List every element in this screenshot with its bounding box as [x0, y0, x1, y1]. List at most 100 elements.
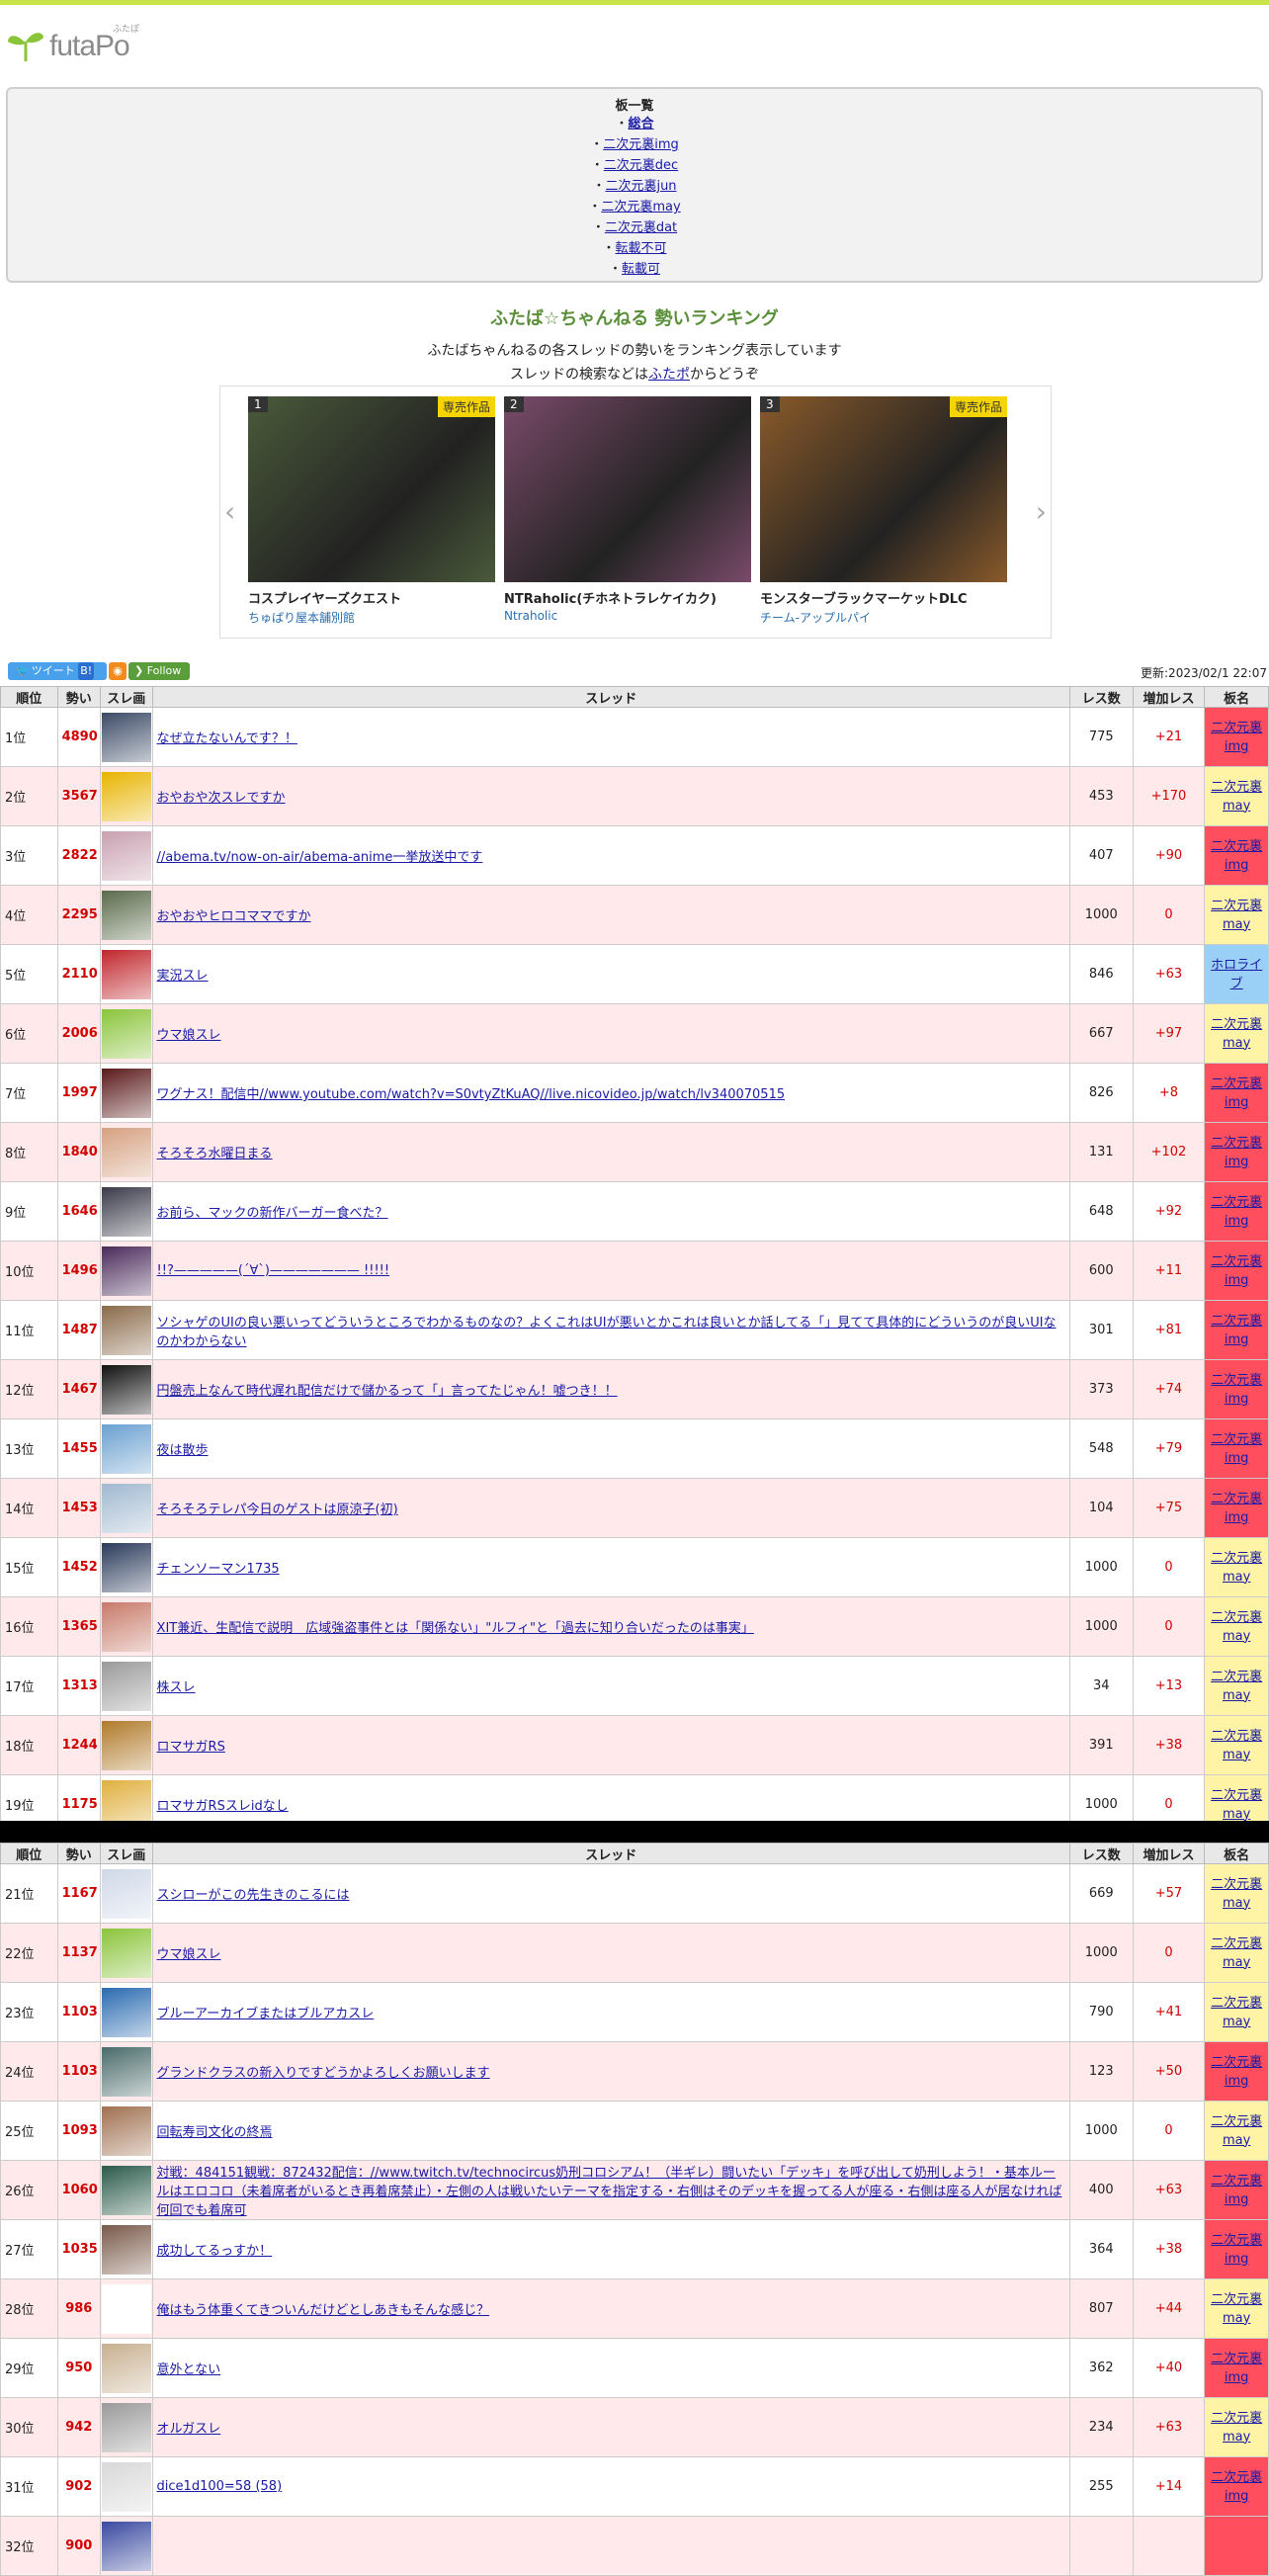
board-name-link[interactable]: 二次元裏 img: [1211, 1195, 1262, 1229]
slide-title[interactable]: モンスターブラックマーケットDLC: [760, 588, 1007, 607]
thread-link[interactable]: 円盤売上なんて時代遅れ配信だけで儲かるって「」言ってたじゃん！嘘つき！！: [157, 1384, 618, 1399]
thread-thumbnail[interactable]: [102, 1542, 152, 1592]
thread-thumbnail[interactable]: [102, 771, 152, 821]
board-name-link[interactable]: 二次元裏may: [1211, 1936, 1262, 1970]
thread-link[interactable]: チェンソーマン1735: [157, 1562, 280, 1577]
thread-thumbnail[interactable]: [102, 1483, 152, 1533]
board-name-link[interactable]: 二次元裏may: [1211, 1017, 1262, 1051]
slide-image[interactable]: 1 専売作品: [248, 396, 495, 582]
thread-link[interactable]: グランドクラスの新入りですどうかよろしくお願いします: [157, 2066, 490, 2081]
thread-thumbnail[interactable]: [102, 2224, 152, 2275]
carousel-slide[interactable]: 3 専売作品 モンスターブラックマーケットDLC チーム-アップルパイ: [760, 396, 1007, 626]
board-name-link[interactable]: 二次元裏may: [1211, 1551, 1262, 1585]
board-name-link[interactable]: 二次元裏 img: [1211, 839, 1262, 873]
thumbnail-cell[interactable]: [100, 1923, 153, 1983]
slide-circle[interactable]: ちゅぱり屋本舗別館: [248, 609, 495, 626]
thread-link[interactable]: おやおや次スレですか: [157, 791, 286, 806]
board-name-link[interactable]: 二次元裏 img: [1211, 2055, 1262, 2089]
thread-thumbnail[interactable]: [102, 2105, 152, 2156]
thread-link[interactable]: ワグナス！配信中//www.youtube.com/watch?v=S0vtyZ…: [157, 1087, 786, 1102]
thread-link[interactable]: //abema.tv/now-on-air/abema-anime一挙放送中です: [157, 850, 483, 865]
follow-button[interactable]: ❯ Follow: [128, 662, 190, 680]
thumbnail-cell[interactable]: [100, 1596, 153, 1657]
thumbnail-cell[interactable]: [100, 2160, 153, 2220]
thread-link[interactable]: 成功してるっすか！: [157, 2244, 273, 2259]
thumbnail-cell[interactable]: [100, 1715, 153, 1775]
thumbnail-cell[interactable]: [100, 1537, 153, 1597]
thumbnail-cell[interactable]: [100, 2338, 153, 2398]
thread-link[interactable]: オルガスレ: [157, 2422, 221, 2437]
board-link[interactable]: 転載不可: [616, 241, 667, 256]
thread-link[interactable]: 俺はもう体重くてきついんだけどとしあきもそんな感じ？: [157, 2303, 490, 2318]
thread-link[interactable]: ウマ娘スレ: [157, 1028, 221, 1043]
board-name-link[interactable]: ホロライブ: [1211, 958, 1262, 991]
thread-link[interactable]: おやおやヒロコママですか: [157, 909, 311, 924]
thread-link[interactable]: XIT兼近、生配信で説明 広域強盗事件とは「関係ない」"ルフィ"と「過去に知り合…: [157, 1621, 754, 1636]
thumbnail-cell[interactable]: [100, 1418, 153, 1479]
board-name-link[interactable]: 二次元裏may: [1211, 1670, 1262, 1703]
futapo-link[interactable]: ふたポ: [648, 367, 690, 383]
carousel-slide[interactable]: 1 専売作品コスプレイヤーズクエスト ちゅぱり屋本舗別館: [248, 396, 495, 626]
thread-link[interactable]: 夜は散歩: [157, 1443, 209, 1458]
board-name-link[interactable]: 二次元裏may: [1211, 1610, 1262, 1644]
slide-title[interactable]: NTRaholic(チホネトラレケイカク): [504, 588, 751, 607]
thread-thumbnail[interactable]: [102, 1720, 152, 1770]
board-name-link[interactable]: 二次元裏 img: [1211, 2233, 1262, 2267]
board-name-link[interactable]: 二次元裏may: [1211, 2114, 1262, 2148]
thread-thumbnail[interactable]: [102, 1364, 152, 1415]
thumbnail-cell[interactable]: [100, 1478, 153, 1538]
board-name-link[interactable]: 二次元裏may: [1211, 899, 1262, 932]
thumbnail-cell[interactable]: [100, 944, 153, 1004]
thumbnail-cell[interactable]: [100, 1300, 153, 1360]
board-name-link[interactable]: 二次元裏 img: [1211, 2352, 1262, 2385]
thread-link[interactable]: 対戦：484151観戦：872432配信：//www.twitch.tv/tec…: [157, 2166, 1062, 2218]
board-link[interactable]: 二次元裏jun: [605, 179, 676, 194]
thumbnail-cell[interactable]: [100, 1982, 153, 2042]
thumbnail-cell[interactable]: [100, 2278, 153, 2339]
board-name-link[interactable]: 二次元裏 img: [1211, 1492, 1262, 1525]
thumbnail-cell[interactable]: [100, 766, 153, 826]
thread-thumbnail[interactable]: [102, 2046, 152, 2097]
thumbnail-cell[interactable]: [100, 2101, 153, 2161]
thumbnail-cell[interactable]: [100, 1241, 153, 1301]
board-name-link[interactable]: 二次元裏 img: [1211, 1432, 1262, 1466]
thread-link[interactable]: お前ら、マックの新作バーガー食べた？: [157, 1206, 388, 1221]
thumbnail-cell[interactable]: [100, 2456, 153, 2517]
board-name-link[interactable]: 二次元裏 img: [1211, 1373, 1262, 1407]
carousel-next-icon[interactable]: ›: [1036, 495, 1047, 528]
thread-link[interactable]: スシローがこの先生きのこるには: [157, 1888, 350, 1903]
thread-link[interactable]: !!?—————(´∀`)——————— !!!!!: [157, 1263, 390, 1278]
site-logo[interactable]: futaPo ふたぽ: [6, 22, 154, 65]
thumbnail-cell[interactable]: [100, 825, 153, 886]
thread-link[interactable]: ウマ娘スレ: [157, 1947, 221, 1962]
board-link[interactable]: 総合: [629, 117, 654, 131]
thumbnail-cell[interactable]: [100, 1063, 153, 1123]
board-link[interactable]: 二次元裏may: [601, 200, 680, 215]
board-name-link[interactable]: 二次元裏 img: [1211, 2470, 1262, 2504]
thumbnail-cell[interactable]: [100, 2397, 153, 2457]
thumbnail-cell[interactable]: [100, 1122, 153, 1182]
thread-thumbnail[interactable]: [102, 890, 152, 940]
board-name-link[interactable]: 二次元裏may: [1211, 780, 1262, 814]
slide-circle[interactable]: チーム-アップルパイ: [760, 609, 1007, 626]
slide-title[interactable]: コスプレイヤーズクエスト: [248, 588, 495, 607]
board-list-panel[interactable]: 板一覧 ・総合 ・二次元裏img ・二次元裏dec ・二次元裏jun ・二次元裏may ・…: [6, 87, 1263, 283]
thumbnail-cell[interactable]: [100, 1181, 153, 1242]
board-name-link[interactable]: 二次元裏may: [1211, 1788, 1262, 1822]
thread-link[interactable]: ブルーアーカイブまたはブルアカスレ: [157, 2007, 375, 2021]
thumbnail-cell[interactable]: [100, 2516, 153, 2576]
thread-thumbnail[interactable]: [102, 1127, 152, 1177]
thumbnail-cell[interactable]: [100, 885, 153, 945]
thread-thumbnail[interactable]: [102, 1008, 152, 1059]
slide-circle[interactable]: Ntraholic: [504, 609, 751, 623]
thumbnail-cell[interactable]: [100, 2041, 153, 2102]
tweet-button[interactable]: 🐦 ツイート B!: [8, 662, 107, 680]
thread-thumbnail[interactable]: [102, 830, 152, 881]
thread-thumbnail[interactable]: [102, 1928, 152, 1978]
thread-link[interactable]: dice1d100=58 (58): [157, 2479, 283, 2494]
thumbnail-cell[interactable]: [100, 1359, 153, 1419]
thread-thumbnail[interactable]: [102, 2165, 152, 2215]
thread-link[interactable]: 回転寿司文化の終焉: [157, 2125, 273, 2140]
board-name-link[interactable]: 二次元裏 img: [1211, 1314, 1262, 1347]
thread-link[interactable]: ロマサガRSスレidなし: [157, 1799, 289, 1814]
